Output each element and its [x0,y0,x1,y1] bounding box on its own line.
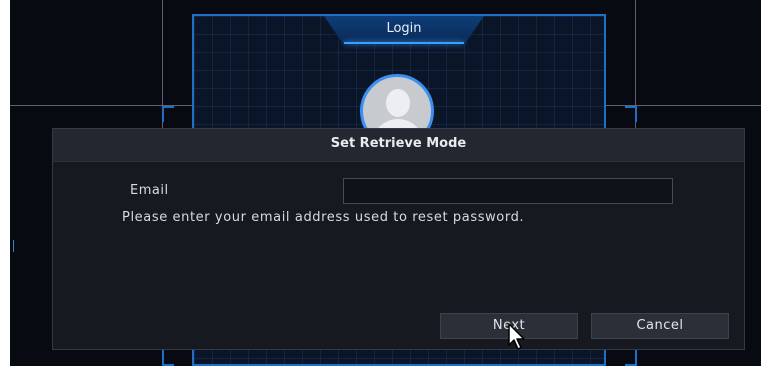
login-tab-underline [344,42,464,44]
dialog-header: Set Retrieve Mode [53,129,744,162]
edge-marker [10,240,14,252]
retrieve-mode-dialog: Set Retrieve Mode Email Please enter you… [52,128,745,350]
email-hint-text: Please enter your email address used to … [122,210,525,225]
cancel-button[interactable]: Cancel [591,313,729,339]
email-label: Email [130,183,169,198]
corner-marker [625,106,637,122]
screen: Login Set Retrieve Mode Email Please ent… [10,0,761,366]
avatar-head [386,89,410,117]
mouse-pointer-icon [508,323,525,350]
dialog-title: Set Retrieve Mode [330,136,467,151]
corner-marker [162,106,174,122]
email-field[interactable] [343,178,673,204]
login-title: Login [386,21,422,36]
corner-marker [162,350,174,366]
corner-marker [625,350,637,366]
